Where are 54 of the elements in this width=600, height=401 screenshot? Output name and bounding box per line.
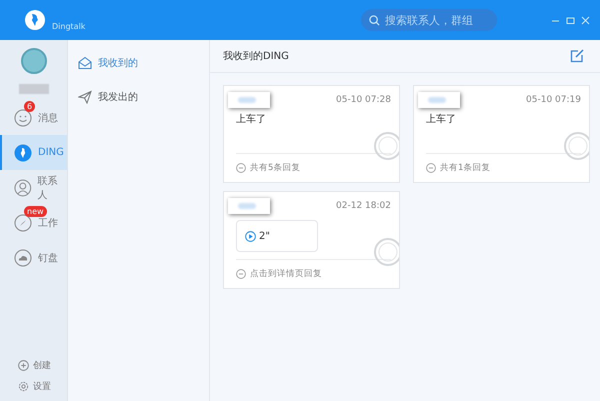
- comment-icon: [236, 269, 246, 279]
- page-title: 我收到的DING: [223, 50, 289, 63]
- nav-item[interactable]: DING: [0, 135, 67, 170]
- comment-icon: [426, 163, 436, 173]
- compose-icon[interactable]: [570, 49, 584, 63]
- nav-item[interactable]: 联系人: [0, 170, 67, 205]
- search-icon: [369, 14, 380, 26]
- nav-link[interactable]: 设置: [18, 380, 67, 393]
- card-time: 02-12 18:02: [336, 201, 391, 211]
- nav-link[interactable]: 创建: [18, 359, 67, 372]
- paper-plane-icon: [78, 90, 92, 104]
- blurred-sender: [228, 92, 270, 108]
- confirmed-stamp-icon: [373, 237, 399, 267]
- smiley-icon: [14, 108, 32, 126]
- confirmed-stamp-icon: [563, 131, 589, 161]
- nav-link-label[interactable]: 设置: [33, 380, 51, 393]
- nav-link-label[interactable]: 创建: [33, 359, 51, 372]
- settings-icon: [18, 381, 29, 392]
- reply-count[interactable]: 共有5条回复: [250, 162, 300, 174]
- nav-item[interactable]: 钉盘: [0, 240, 67, 275]
- nav-item[interactable]: new 工作: [0, 205, 67, 240]
- ding-icon: [14, 144, 32, 162]
- envelope-icon: [78, 56, 92, 70]
- card-time: 05-10 07:28: [336, 95, 391, 105]
- card-time: 05-10 07:19: [526, 95, 581, 105]
- sub-nav-item[interactable]: 我发出的: [68, 80, 209, 114]
- maximize-icon[interactable]: [566, 16, 575, 24]
- badge: new: [24, 206, 47, 217]
- reply-count[interactable]: 点击到详情页回复: [250, 268, 322, 280]
- blurred-name: [18, 84, 48, 94]
- close-icon[interactable]: [581, 16, 590, 24]
- logo-icon: [24, 9, 46, 31]
- badge: 6: [24, 101, 36, 112]
- search-field[interactable]: 搜索联系人，群组: [361, 9, 497, 31]
- plus-icon: [18, 360, 29, 371]
- ding-card[interactable]: 05-10 07:28 上车了 共有5条回复: [223, 85, 400, 183]
- person-icon: [14, 178, 32, 196]
- avatar[interactable]: [20, 48, 46, 74]
- voice-message[interactable]: 2": [236, 220, 318, 252]
- comment-icon: [236, 163, 246, 173]
- reply-count[interactable]: 共有1条回复: [440, 162, 490, 174]
- blurred-sender: [228, 198, 270, 214]
- nav-item[interactable]: 6 消息: [0, 100, 67, 135]
- confirmed-stamp-icon: [373, 131, 399, 161]
- logo-text: Dingtalk: [52, 22, 86, 30]
- ding-card[interactable]: 02-12 18:02 2" 点击到详情页回复: [223, 191, 400, 289]
- ding-card[interactable]: 05-10 07:19 上车了 共有1条回复: [413, 85, 590, 183]
- play-icon: [245, 230, 256, 242]
- blurred-sender: [418, 92, 460, 108]
- cloud-icon: [14, 248, 32, 266]
- compass-icon: [14, 214, 32, 232]
- message-text: 上车了: [236, 112, 267, 126]
- sub-nav-item[interactable]: 我收到的: [68, 46, 209, 80]
- message-text: 上车了: [426, 112, 457, 126]
